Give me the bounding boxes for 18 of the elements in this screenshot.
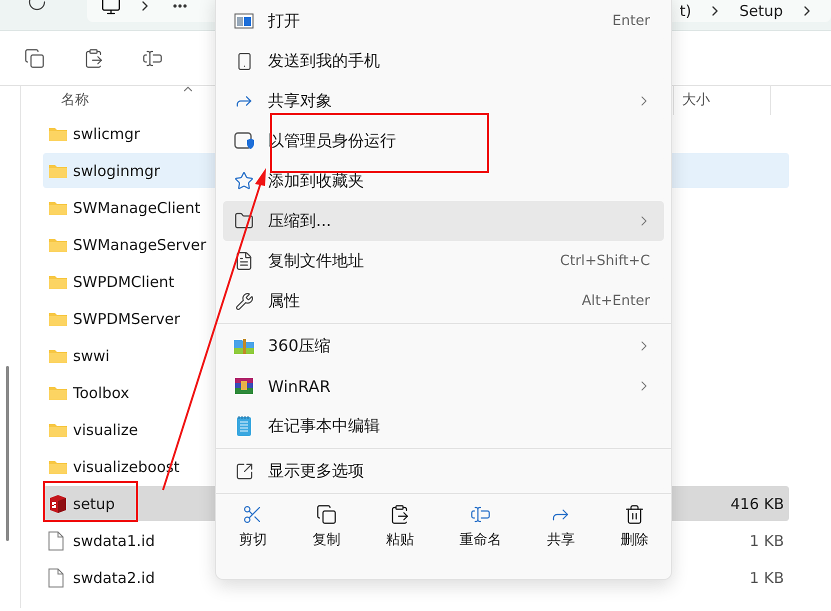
file-size: 416 KB xyxy=(730,494,784,512)
file-size: 1 KB xyxy=(750,532,784,550)
file-name: setup xyxy=(73,494,115,512)
file-name: Toolbox xyxy=(73,384,130,402)
file-name: SWManageServer xyxy=(73,236,206,254)
file-size: 1 KB xyxy=(750,568,784,586)
file-name: swdata1.id xyxy=(73,532,155,550)
shortcut-text: Alt+Enter xyxy=(582,293,650,309)
file-name: swlicmgr xyxy=(73,124,140,142)
file-name: visualize xyxy=(73,420,138,438)
shortcut-text: Ctrl+Shift+C xyxy=(560,253,650,269)
file-name: SWPDMClient xyxy=(73,272,174,290)
file-name: swdata2.id xyxy=(73,568,155,586)
file-name: SWManageClient xyxy=(73,198,200,216)
file-name: swwi xyxy=(73,346,110,364)
file-name: swloginmgr xyxy=(73,162,160,180)
file-name: SWPDMServer xyxy=(73,310,180,328)
shortcut-text: Enter xyxy=(612,13,650,29)
